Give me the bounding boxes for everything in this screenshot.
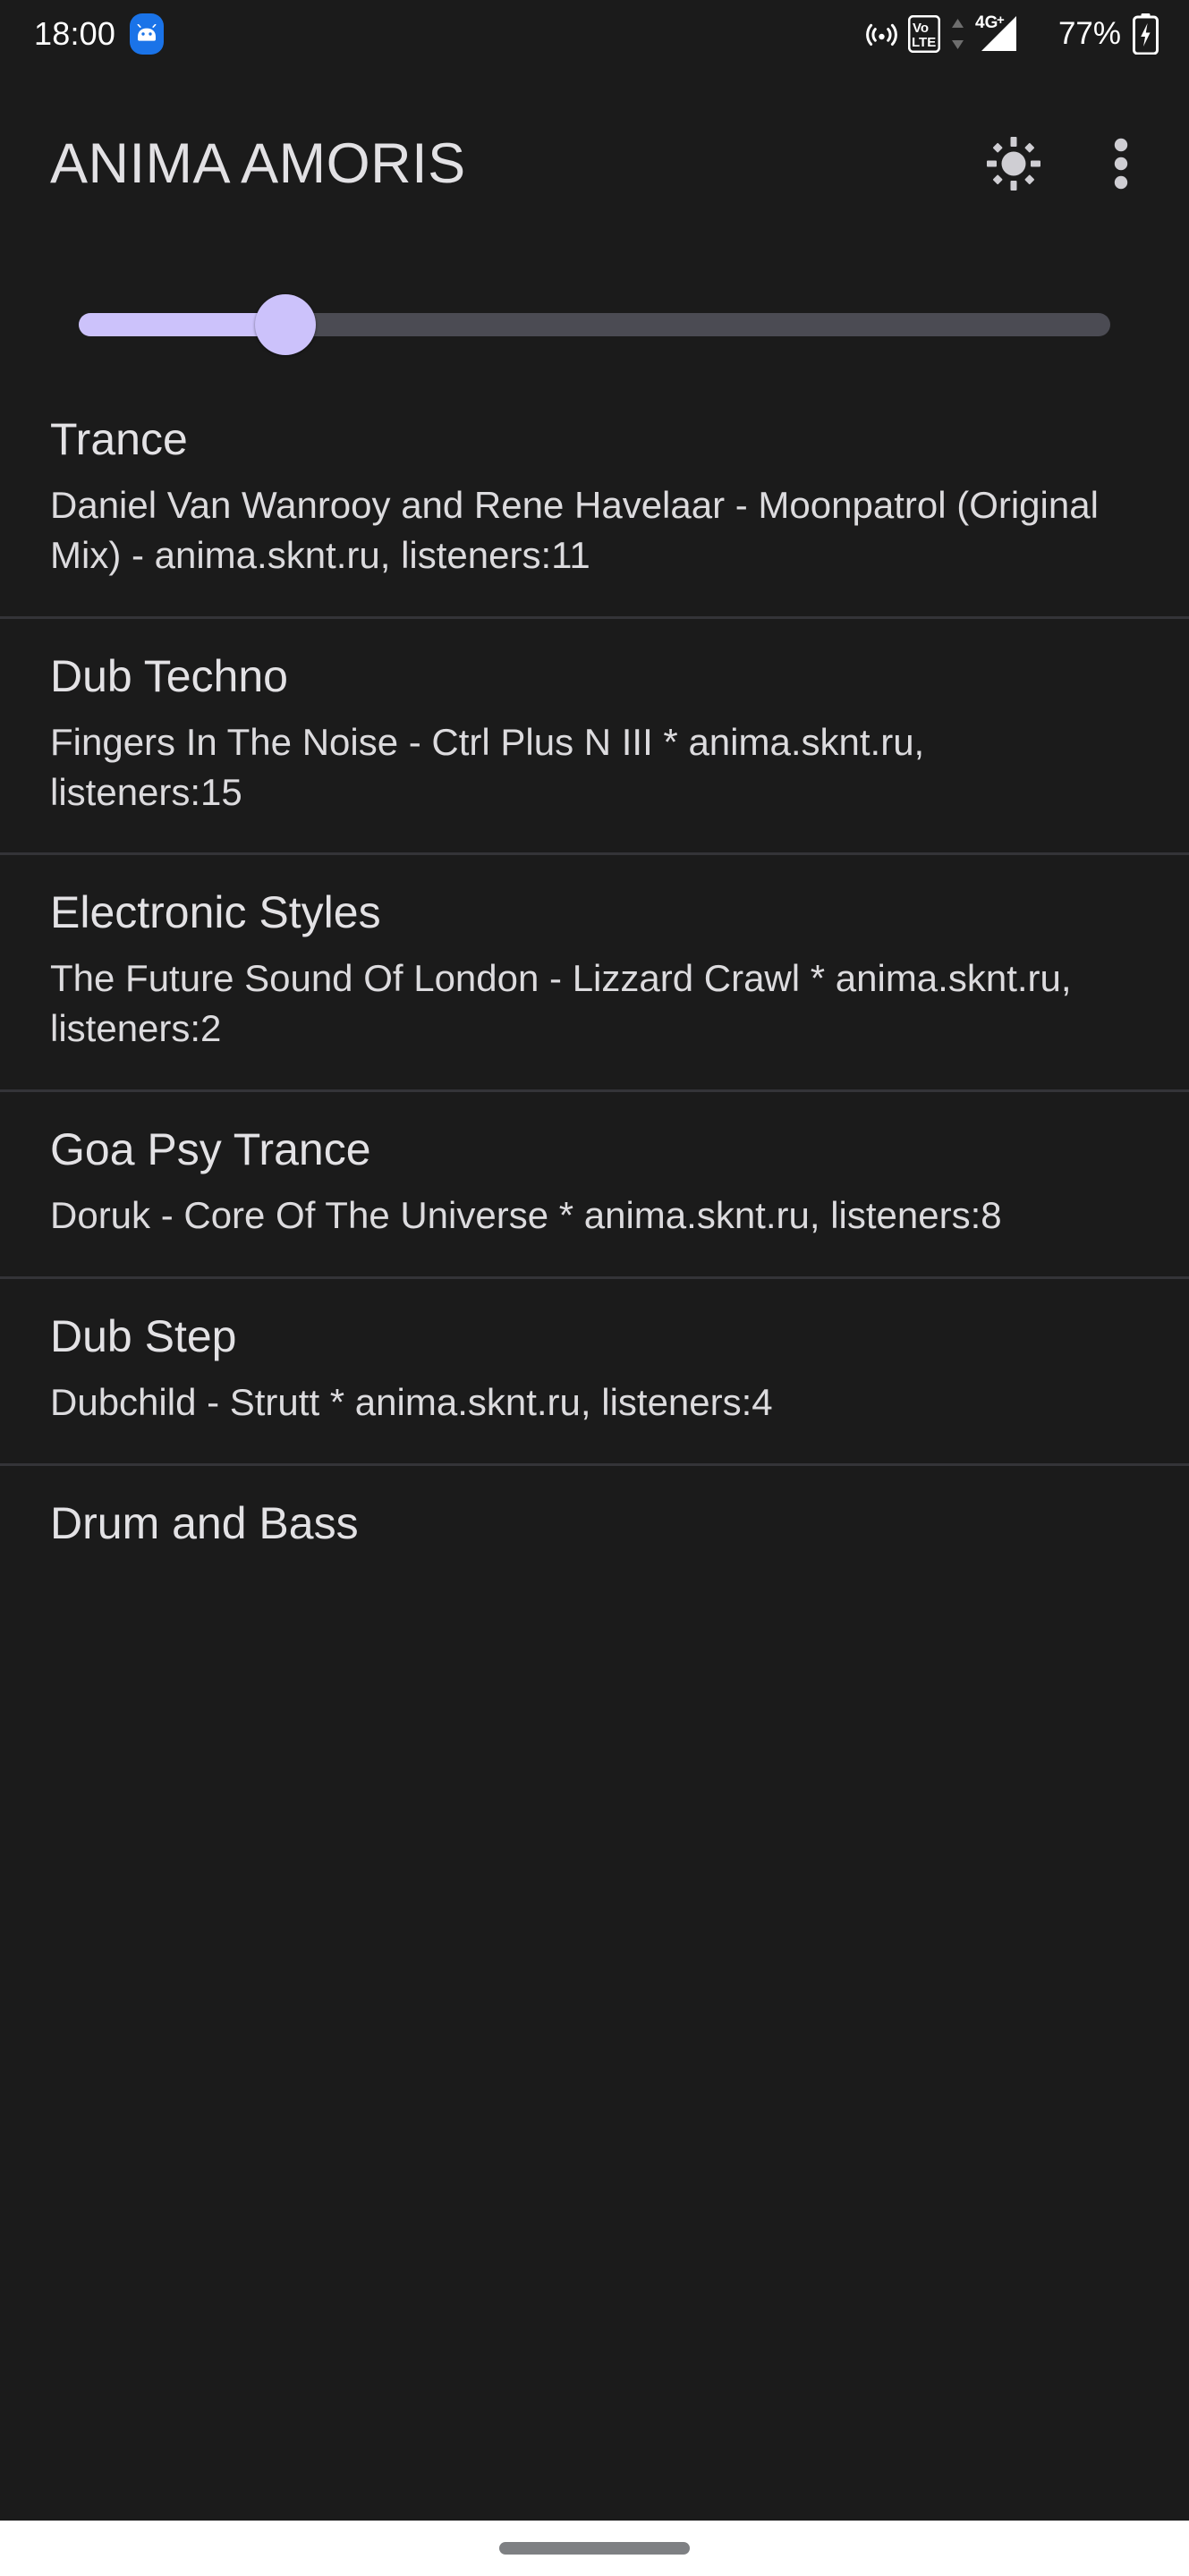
list-item[interactable]: Dub Techno Fingers In The Noise - Ctrl Pl…: [0, 615, 1189, 853]
station-subtitle: The Future Sound Of London - Lizzard Cra…: [50, 957, 1072, 1050]
svg-text:Vo: Vo: [913, 21, 929, 36]
station-title: Drum and Bass: [50, 1497, 359, 1548]
page-title: ANIMA AMORIS: [50, 131, 466, 195]
station-subtitle: Doruk - Core Of The Universe * anima.skn…: [50, 1194, 1002, 1237]
station-title: Electronic Styles: [50, 887, 381, 938]
battery-charging-icon: [1133, 13, 1159, 55]
svg-text:4G: 4G: [975, 13, 998, 32]
svg-text:LTE: LTE: [912, 35, 936, 50]
battery-percent-label: 77%: [1057, 16, 1121, 51]
list-item[interactable]: Dub Step Dubchild - Strutt * anima.sknt.r…: [0, 1276, 1189, 1463]
volume-slider-row: [0, 259, 1189, 389]
volte-icon: Vo LTE: [907, 14, 940, 53]
station-title: Goa Psy Trance: [50, 1124, 371, 1175]
cast-screen-icon: [865, 17, 898, 50]
status-bar: 18:00 Vo LTE 4G + 77%: [0, 0, 1189, 67]
station-title: Dub Techno: [50, 650, 288, 701]
overflow-menu-button[interactable]: [1078, 121, 1164, 207]
status-bar-right: Vo LTE 4G + 77%: [865, 13, 1159, 55]
station-title: Dub Step: [50, 1311, 237, 1362]
station-list[interactable]: Trance Daniel Van Wanrooy and Rene Havela…: [0, 389, 1189, 2521]
signal-bars-icon: 4G +: [975, 13, 1045, 55]
status-bar-left: 18:00: [34, 13, 165, 55]
brightness-sun-icon: [986, 136, 1041, 191]
status-bar-clock: 18:00: [34, 14, 116, 52]
app-screen: 18:00 Vo LTE 4G + 77% ANIMA AMORIS Tranc…: [0, 0, 1189, 2576]
station-subtitle: Daniel Van Wanrooy and Rene Havelaar - M…: [50, 484, 1099, 576]
data-transfer-icon: [950, 16, 965, 52]
list-item[interactable]: Drum and Bass: [0, 1462, 1189, 1600]
brightness-sun-button[interactable]: [971, 121, 1057, 207]
list-item[interactable]: Trance Daniel Van Wanrooy and Rene Havela…: [0, 389, 1189, 616]
station-subtitle: Dubchild - Strutt * anima.sknt.ru, liste…: [50, 1381, 773, 1424]
volume-slider[interactable]: [79, 289, 1110, 360]
station-subtitle: Fingers In The Noise - Ctrl Plus N III *…: [50, 720, 925, 813]
list-item[interactable]: Goa Psy Trance Doruk - Core Of The Univer…: [0, 1089, 1189, 1276]
slider-thumb[interactable]: [254, 293, 316, 355]
svg-text:+: +: [997, 13, 1005, 28]
android-head-icon: [130, 13, 165, 55]
app-bar-actions: [971, 121, 1164, 207]
list-item[interactable]: Electronic Styles The Future Sound Of Lon…: [0, 852, 1189, 1089]
overflow-menu-icon: [1114, 136, 1128, 191]
station-title: Trance: [50, 414, 188, 464]
system-nav-bar: [0, 2521, 1189, 2576]
gesture-home-handle[interactable]: [499, 2542, 690, 2555]
app-bar: ANIMA AMORIS: [0, 67, 1189, 259]
